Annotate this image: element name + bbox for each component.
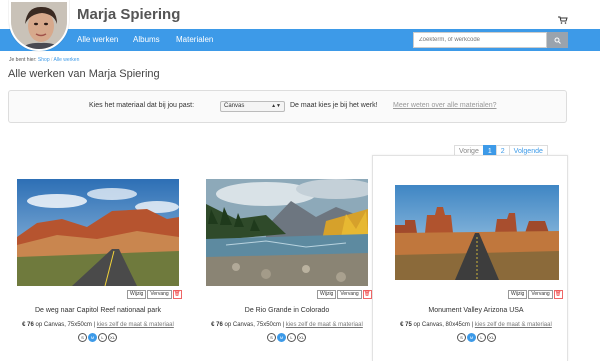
replace-button[interactable]: Vervang (528, 290, 553, 299)
size-option-m[interactable]: M (277, 333, 286, 342)
size-option-m[interactable]: M (467, 333, 476, 342)
work-price: € 76 (211, 322, 223, 328)
size-option-l[interactable]: L (98, 333, 107, 342)
choose-size-link[interactable]: kies zelf de maat & materiaal (286, 322, 363, 328)
breadcrumb-separator: / (51, 57, 53, 63)
trash-icon[interactable]: 🗑 (362, 290, 372, 299)
material-select[interactable]: Canvas ▲▼ (220, 101, 285, 112)
breadcrumb-current[interactable]: Alle werken (54, 57, 80, 63)
nav-item-alle-werken[interactable]: Alle werken (77, 35, 118, 44)
work-spec: op Canvas, 75x50cm | (224, 322, 285, 328)
chevron-down-icon: ▲▼ (271, 103, 281, 109)
breadcrumb-prefix: Je bent hier: (9, 57, 37, 63)
size-options: S M L XL (78, 333, 118, 342)
work-title[interactable]: De Rio Grande in Colorado (189, 307, 385, 314)
artwork-image[interactable] (17, 179, 179, 286)
materials-info-link[interactable]: Meer weten over alle materialen? (393, 102, 497, 109)
size-option-s[interactable]: S (457, 333, 466, 342)
work-price: € 76 (22, 322, 34, 328)
artwork-image[interactable] (395, 185, 559, 280)
choose-size-link[interactable]: kies zelf de maat & materiaal (475, 322, 552, 328)
work-title[interactable]: De weg naar Capitol Reef nationaal park (0, 307, 196, 314)
material-filter-box: Kies het materiaal dat bij jou past: Can… (8, 90, 567, 123)
size-option-l[interactable]: L (287, 333, 296, 342)
work-price-line: € 76 op Canvas, 75x50cm | kies zelf de m… (189, 322, 385, 328)
filter-label: Kies het materiaal dat bij jou past: (89, 102, 195, 109)
search-icon (554, 37, 561, 44)
nav-item-materialen[interactable]: Materialen (176, 35, 213, 44)
edit-button[interactable]: Wijzig (317, 290, 337, 299)
breadcrumb-shop-link[interactable]: Shop (38, 57, 50, 63)
work-spec: op Canvas, 75x50cm | (35, 322, 96, 328)
work-title[interactable]: Monument Valley Arizona USA (378, 307, 574, 314)
size-option-xl[interactable]: XL (297, 333, 306, 342)
work-price-line: € 76 op Canvas, 75x50cm | kies zelf de m… (0, 322, 196, 328)
site-title[interactable]: Marja Spiering (77, 6, 180, 23)
size-options: S M L XL (267, 333, 307, 342)
work-price-line: € 75 op Canvas, 80x45cm | kies zelf de m… (378, 322, 574, 328)
edit-button[interactable]: Wijzig (127, 290, 147, 299)
size-option-m[interactable]: M (88, 333, 97, 342)
nav-item-albums[interactable]: Albums (133, 35, 160, 44)
material-select-value: Canvas (224, 103, 245, 109)
size-option-xl[interactable]: XL (487, 333, 496, 342)
cart-icon[interactable] (558, 11, 568, 24)
page-title: Alle werken van Marja Spiering (8, 68, 160, 80)
breadcrumb: Je bent hier: Shop / Alle werken (9, 57, 79, 63)
work-price: € 75 (400, 322, 412, 328)
filter-tagline: De maat kies je bij het werk! (290, 102, 378, 109)
size-option-l[interactable]: L (477, 333, 486, 342)
artwork-image[interactable] (206, 179, 368, 286)
choose-size-link[interactable]: kies zelf de maat & materiaal (97, 322, 174, 328)
edit-button[interactable]: Wijzig (508, 290, 528, 299)
work-tools: Wijzig Vervang 🗑 (127, 290, 183, 299)
size-option-s[interactable]: S (78, 333, 87, 342)
trash-icon[interactable]: 🗑 (553, 290, 563, 299)
size-options: S M L XL (457, 333, 497, 342)
work-tools: Wijzig Vervang 🗑 (317, 290, 373, 299)
search-bar (413, 32, 568, 48)
trash-icon[interactable]: 🗑 (172, 290, 182, 299)
size-option-xl[interactable]: XL (108, 333, 117, 342)
replace-button[interactable]: Vervang (147, 290, 172, 299)
work-spec: op Canvas, 80x45cm | (413, 322, 474, 328)
replace-button[interactable]: Vervang (337, 290, 362, 299)
work-tools: Wijzig Vervang 🗑 (508, 290, 564, 299)
search-input[interactable] (413, 32, 547, 48)
size-option-s[interactable]: S (267, 333, 276, 342)
search-button[interactable] (547, 32, 568, 48)
